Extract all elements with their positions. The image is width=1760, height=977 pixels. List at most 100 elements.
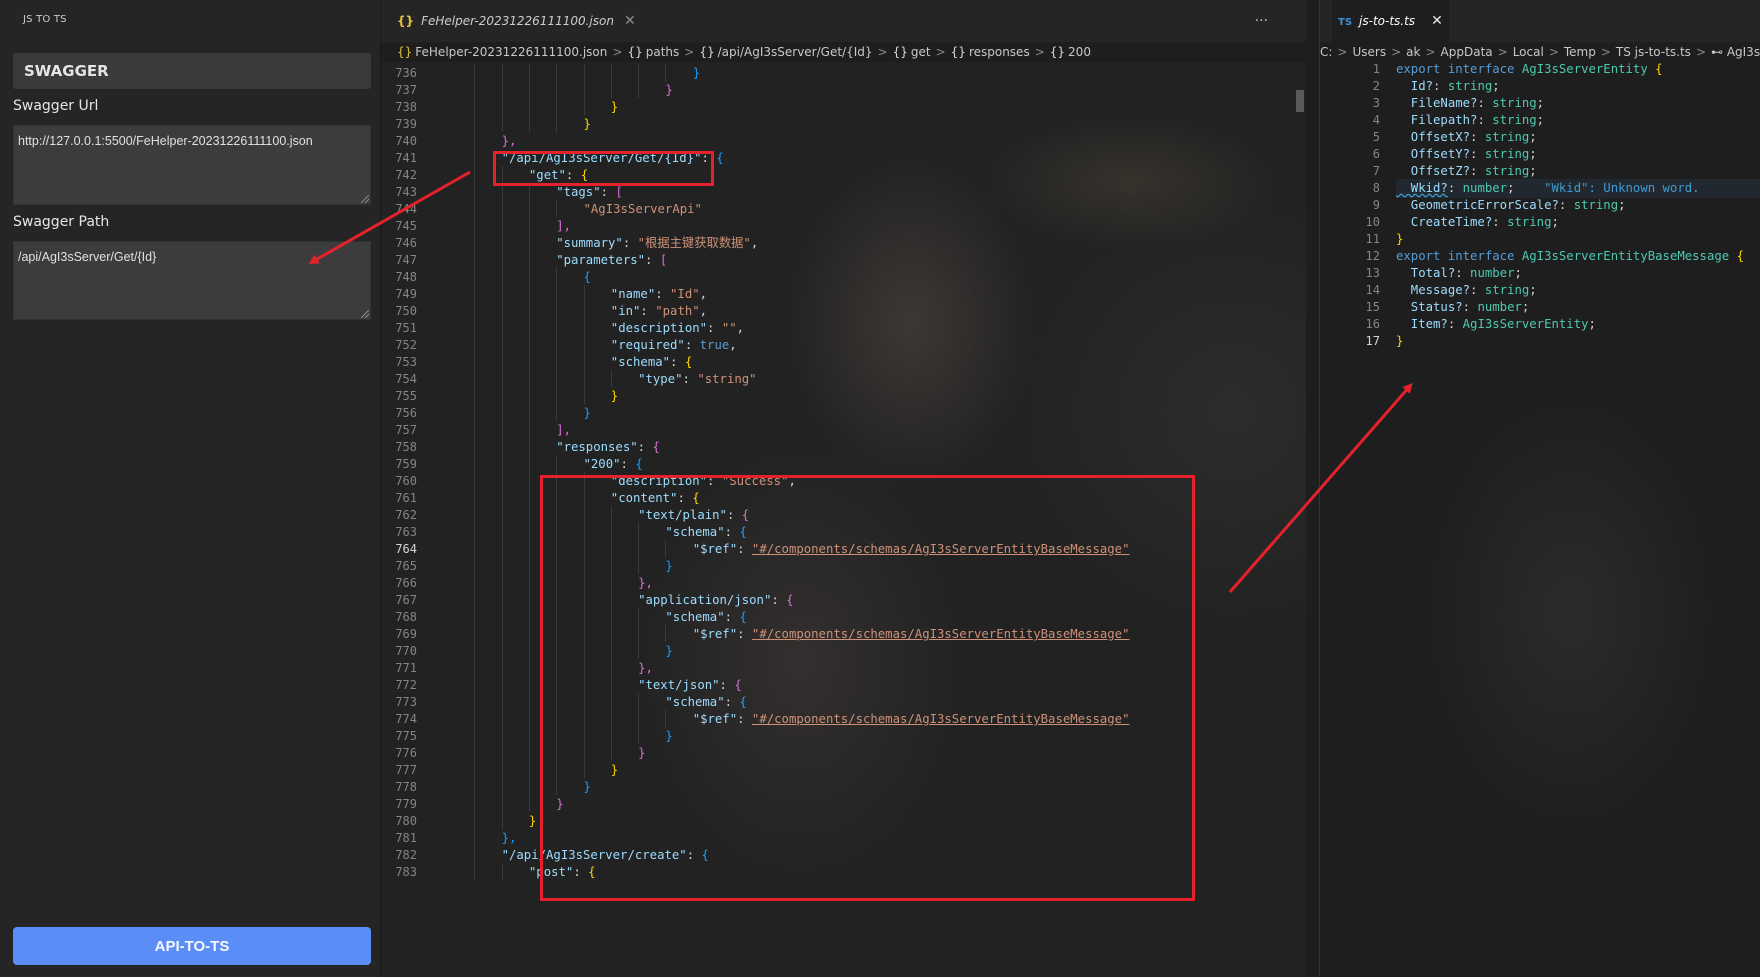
code-line[interactable]: }: [665, 557, 672, 576]
breadcrumb-item[interactable]: get: [911, 45, 931, 59]
breadcrumb-item[interactable]: Users: [1352, 45, 1386, 59]
code-token: OffsetY?: [1396, 147, 1471, 161]
indent-guide: [583, 472, 585, 489]
code-line[interactable]: }: [611, 387, 618, 406]
indent-guide: [583, 693, 585, 710]
indent-guide: [474, 64, 476, 81]
code-line[interactable]: }: [556, 795, 563, 814]
scrollbar-thumb[interactable]: [1296, 90, 1304, 112]
code-line[interactable]: }: [584, 404, 591, 423]
indent-guide: [583, 336, 585, 353]
breadcrumb-item[interactable]: ⊷ AgI3sServerE: [1711, 45, 1760, 59]
code-line[interactable]: }: [611, 761, 618, 780]
indent-guide: [583, 625, 585, 642]
code-line[interactable]: "$ref": "#/components/schemas/AgI3sServe…: [693, 540, 1130, 559]
breadcrumb-item[interactable]: ak: [1406, 45, 1420, 59]
code-line[interactable]: }: [638, 744, 645, 763]
breadcrumb-item[interactable]: Temp: [1564, 45, 1596, 59]
resize-grip-icon[interactable]: [361, 195, 369, 203]
indent-guide: [528, 676, 530, 693]
code-line[interactable]: "post": {: [529, 863, 596, 882]
indent-guide: [610, 81, 612, 98]
code-token: string: [1507, 215, 1552, 229]
code-token: AgI3sServerEntity: [1521, 62, 1656, 76]
more-actions-icon[interactable]: ···: [1255, 0, 1268, 42]
breadcrumb-item[interactable]: responses: [969, 45, 1030, 59]
code-token: "/api/AgI3sServer/create": [501, 848, 687, 862]
code-line[interactable]: "type": "string": [638, 370, 756, 389]
swagger-url-label: Swagger Url: [13, 98, 99, 114]
indent-guide: [556, 727, 558, 744]
indent-guide: [474, 540, 476, 557]
tab-json-file[interactable]: {} FeHelper-20231226111100.json ✕: [391, 0, 642, 42]
code-token: "summary": [556, 236, 623, 250]
code-token: :: [670, 355, 685, 369]
breadcrumb-item[interactable]: Local: [1513, 45, 1544, 59]
json-object-icon: {}: [950, 45, 966, 59]
indent-guide: [610, 625, 612, 642]
code-line[interactable]: "$ref": "#/components/schemas/AgI3sServe…: [693, 625, 1130, 644]
code-line[interactable]: }: [584, 778, 591, 797]
code-line[interactable]: }: [584, 115, 591, 134]
close-icon[interactable]: ✕: [624, 13, 636, 29]
indent-guide: [665, 540, 667, 557]
code-token: :: [724, 695, 740, 709]
swagger-section-header[interactable]: SWAGGER: [13, 53, 371, 89]
indent-guide: [556, 115, 558, 132]
code-token: [: [615, 185, 623, 199]
api-to-ts-button[interactable]: API-TO-TS: [13, 927, 371, 965]
code-token: }: [610, 100, 619, 114]
code-token: ],: [556, 423, 571, 437]
swagger-url-input[interactable]: http://127.0.0.1:5500/FeHelper-202312261…: [13, 125, 371, 205]
code-token: :: [707, 321, 722, 335]
indent-guide: [583, 540, 585, 557]
code-line[interactable]: }: [665, 81, 672, 100]
resize-grip-icon[interactable]: [361, 310, 369, 318]
code-line[interactable]: "parameters": [: [556, 251, 667, 270]
json-code-area[interactable]: 736} 737} 738} 739} 740}, 741 "/api/AgI3sServe…: [381, 64, 1306, 977]
code-line[interactable]: "$ref": "#/components/schemas/AgI3sServe…: [693, 710, 1130, 729]
code-line[interactable]: Item?: AgI3sServerEntity;: [1396, 315, 1596, 334]
code-line[interactable]: }: [665, 727, 672, 746]
indent-guide: [501, 506, 503, 523]
code-line[interactable]: }: [693, 64, 700, 83]
indent-guide: [583, 370, 585, 387]
indent-guide: [610, 370, 612, 387]
indent-guide: [665, 64, 667, 81]
code-line[interactable]: CreateTime?: string;: [1396, 213, 1559, 232]
indent-guide: [501, 472, 503, 489]
code-line[interactable]: }: [529, 812, 536, 831]
breadcrumb-item[interactable]: paths: [646, 45, 680, 59]
close-icon[interactable]: ✕: [1431, 13, 1443, 29]
indent-guide: [528, 404, 530, 421]
indent-guide: [474, 404, 476, 421]
code-token: }: [610, 389, 619, 403]
code-line[interactable]: {: [584, 268, 591, 287]
breadcrumb-separator: >: [877, 45, 888, 59]
code-line[interactable]: }: [665, 642, 672, 661]
breadcrumb-item[interactable]: /api/AgI3sServer/Get/{Id}: [718, 45, 873, 59]
indent-guide: [556, 489, 558, 506]
code-line[interactable]: "AgI3sServerApi": [584, 200, 702, 219]
breadcrumb-item[interactable]: TS js-to-ts.ts: [1616, 45, 1691, 59]
breadcrumb-item[interactable]: AppData: [1441, 45, 1493, 59]
json-tab-bar: {} FeHelper-20231226111100.json ✕ ···: [381, 0, 1306, 42]
indent-guide: [528, 472, 530, 489]
tab-ts-file[interactable]: TS js-to-ts.ts ✕: [1332, 0, 1449, 42]
breadcrumb-item[interactable]: 200: [1068, 45, 1091, 59]
indent-guide: [610, 557, 612, 574]
code-token: :: [707, 474, 722, 488]
indent-guide: [474, 778, 476, 795]
indent-guide: [665, 625, 667, 642]
code-line[interactable]: }: [1396, 332, 1403, 351]
breadcrumb-item[interactable]: FeHelper-20231226111100.json: [415, 45, 607, 59]
indent-guide: [556, 557, 558, 574]
swagger-path-input[interactable]: /api/AgI3sServer/Get/{Id}: [13, 241, 371, 320]
ts-code-area[interactable]: 1 export interface AgI3sServerEntity {2 I…: [1320, 60, 1760, 460]
code-token: Wkid?: [1396, 181, 1448, 195]
code-line[interactable]: }: [611, 98, 618, 117]
indent-guide: [528, 421, 530, 438]
breadcrumb-item[interactable]: C:: [1320, 45, 1332, 59]
code-token: "type": [638, 372, 683, 386]
code-token: "name": [610, 287, 656, 301]
